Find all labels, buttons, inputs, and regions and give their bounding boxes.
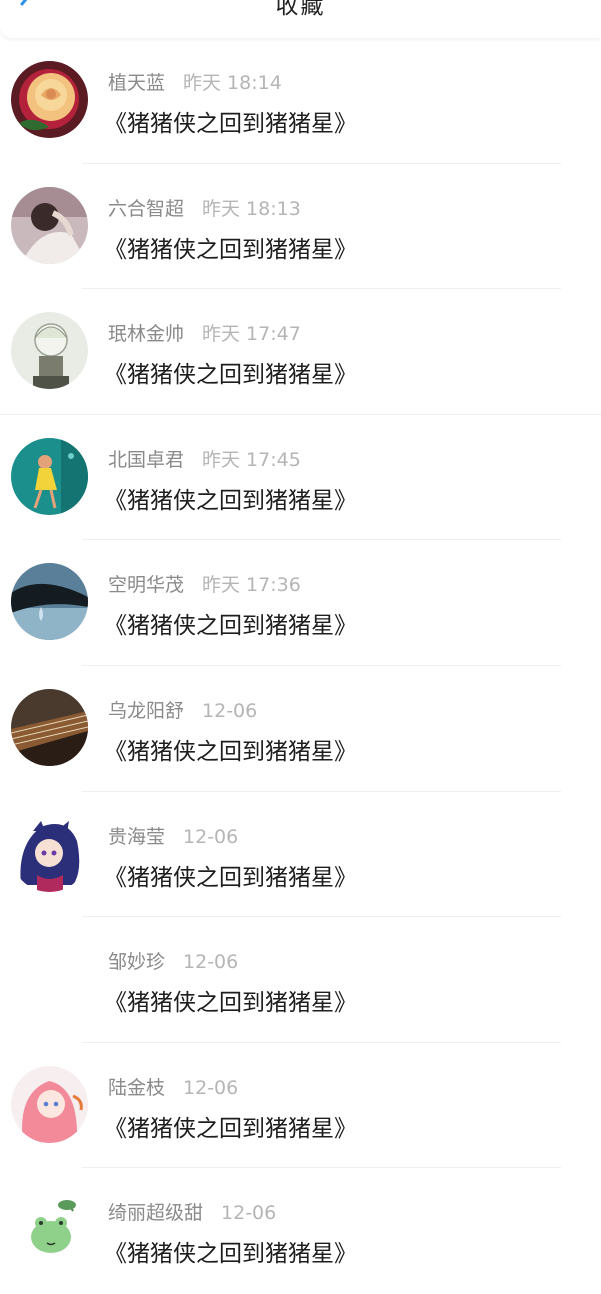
avatar[interactable]: [11, 940, 88, 1018]
sender-name: 珉林金帅: [108, 323, 185, 346]
favorite-title: 《猪猪侠之回到猪猪星》: [104, 487, 357, 514]
favorite-title: 《猪猪侠之回到猪猪星》: [104, 362, 357, 389]
favorite-title: 《猪猪侠之回到猪猪星》: [104, 613, 357, 640]
sender-name: 六合智超: [108, 197, 185, 220]
favorite-title: 《猪猪侠之回到猪猪星》: [104, 738, 357, 765]
favorite-title: 《猪猪侠之回到猪猪星》: [104, 236, 357, 263]
list-item[interactable]: 乌龙阳舒 12-06 《猪猪侠之回到猪猪星》: [0, 666, 601, 792]
timestamp: 昨天 17:47: [202, 323, 301, 346]
sender-name: 植天蓝: [108, 72, 166, 94]
sender-name: 邹妙珍: [108, 951, 166, 974]
guzheng-avatar-icon: [11, 688, 88, 766]
list-item[interactable]: 珉林金帅 昨天 17:47 《猪猪侠之回到猪猪星》: [0, 289, 601, 415]
timestamp: 昨天 17:45: [202, 448, 301, 471]
timestamp: 12-06: [183, 1076, 239, 1099]
list-item[interactable]: 六合智超 昨天 18:13 《猪猪侠之回到猪猪星》: [0, 164, 601, 290]
avatar[interactable]: [11, 61, 88, 138]
avatar[interactable]: [11, 814, 88, 892]
list-item[interactable]: 空明华茂 昨天 17:36 《猪猪侠之回到猪猪星》: [0, 540, 601, 666]
avatar[interactable]: [11, 563, 88, 641]
list-item[interactable]: 陆金枝 12-06 《猪猪侠之回到猪猪星》: [0, 1043, 601, 1169]
list-item[interactable]: 北国卓君 昨天 17:45 《猪猪侠之回到猪猪星》: [0, 415, 601, 541]
timestamp: 昨天 17:36: [202, 574, 301, 597]
avatar[interactable]: [11, 186, 88, 264]
avatar[interactable]: [11, 437, 88, 515]
sender-name: 乌龙阳舒: [108, 699, 185, 722]
timestamp: 12-06: [183, 951, 239, 974]
timestamp: 12-06: [221, 1202, 277, 1225]
list-item[interactable]: 绮丽超级甜 12-06 《猪猪侠之回到猪猪星》: [0, 1168, 601, 1294]
rose-avatar-icon: [11, 61, 88, 138]
avatar[interactable]: [11, 312, 88, 390]
list-item[interactable]: 植天蓝 昨天 18:14 《猪猪侠之回到猪猪星》: [0, 38, 601, 164]
timestamp: 12-06: [202, 699, 258, 722]
page-title: 收藏: [275, 0, 326, 19]
sender-name: 空明华茂: [108, 574, 185, 597]
sender-name: 北国卓君: [108, 448, 185, 471]
timestamp: 昨天 18:13: [202, 197, 301, 220]
favorites-list: 植天蓝 昨天 18:14 《猪猪侠之回到猪猪星》 六合智超 昨天 18:13 《猪猪…: [0, 38, 601, 1294]
timestamp: 12-06: [183, 825, 239, 848]
teal-illustration-avatar-icon: [11, 437, 88, 515]
sender-name: 陆金枝: [108, 1076, 166, 1099]
water-drop-avatar-icon: [11, 563, 88, 641]
anime-boy-avatar-icon: [11, 312, 88, 390]
anime-girl-blue-avatar-icon: [11, 814, 88, 892]
top-bar: 收藏: [0, 0, 601, 38]
list-item[interactable]: 贵海莹 12-06 《猪猪侠之回到猪猪星》: [0, 792, 601, 918]
favorite-title: 《猪猪侠之回到猪猪星》: [104, 990, 357, 1017]
avatar[interactable]: [11, 1065, 88, 1143]
favorite-title: 《猪猪侠之回到猪猪星》: [104, 111, 357, 137]
favorite-title: 《猪猪侠之回到猪猪星》: [104, 864, 357, 891]
favorite-title: 《猪猪侠之回到猪猪星》: [104, 1241, 357, 1268]
list-item[interactable]: 邹妙珍 12-06 《猪猪侠之回到猪猪星》: [0, 917, 601, 1043]
sender-name: 绮丽超级甜: [108, 1202, 204, 1225]
girl-photo-avatar-icon: [11, 186, 88, 264]
sender-name: 贵海莹: [108, 825, 166, 848]
avatar[interactable]: [11, 1191, 88, 1269]
frog-avatar-icon: [11, 1191, 88, 1269]
timestamp: 昨天 18:14: [183, 72, 282, 94]
anime-girl-pink-avatar-icon: [11, 1065, 88, 1143]
favorite-title: 《猪猪侠之回到猪猪星》: [104, 1115, 357, 1142]
avatar[interactable]: [11, 688, 88, 766]
